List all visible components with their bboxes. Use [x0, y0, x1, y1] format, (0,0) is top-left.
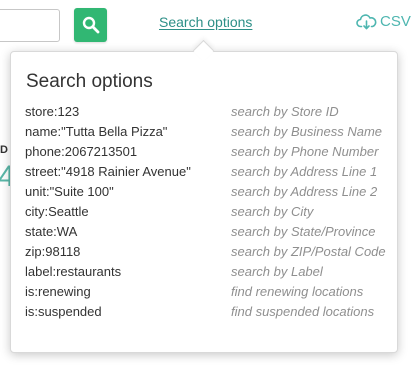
csv-label: CSV — [380, 13, 411, 30]
csv-download-link[interactable]: CSV — [356, 13, 411, 30]
cloud-download-icon — [356, 14, 377, 30]
search-option-description: search by Phone Number — [231, 144, 379, 159]
search-option-row: is:renewing find renewing locations — [25, 282, 385, 302]
search-option-syntax: city:Seattle — [25, 204, 89, 219]
search-option-description: search by Label — [231, 264, 323, 279]
search-option-row: street:"4918 Rainier Avenue" search by Ad… — [25, 162, 385, 182]
search-option-syntax: street:"4918 Rainier Avenue" — [25, 164, 191, 179]
search-option-row: store:123 search by Store ID — [25, 102, 385, 122]
search-option-description: search by Business Name — [231, 124, 383, 139]
search-option-description: find renewing locations — [231, 284, 364, 299]
search-options-list: store:123 search by Store ID name:"Tutta B… — [25, 102, 386, 322]
search-option-description: search by City — [231, 204, 314, 219]
search-option-row: unit:"Suite 100" search by Address Line 2 — [25, 182, 385, 202]
search-option-description: search by State/Province — [231, 224, 376, 239]
search-option-row: name:"Tutta Bella Pizza" search by Busine… — [25, 122, 385, 142]
search-option-syntax: is:suspended — [25, 304, 102, 319]
search-options-link[interactable]: Search options — [159, 14, 252, 30]
search-option-syntax: store:123 — [25, 104, 80, 119]
search-option-syntax: state:WA — [25, 224, 78, 239]
search-option-syntax: is:renewing — [25, 284, 91, 299]
popover-title: Search options — [26, 71, 153, 92]
search-input[interactable] — [0, 9, 60, 42]
search-icon — [82, 16, 99, 34]
background-label-fragment: D — [0, 144, 8, 156]
search-option-description: search by Store ID — [231, 104, 339, 119]
search-option-row: state:WA search by State/Province — [25, 222, 385, 242]
search-option-syntax: unit:"Suite 100" — [25, 184, 114, 199]
search-option-syntax: phone:2067213501 — [25, 144, 138, 159]
search-option-syntax: label:restaurants — [25, 264, 122, 279]
search-option-syntax: zip:98118 — [25, 244, 81, 259]
search-option-syntax: name:"Tutta Bella Pizza" — [25, 124, 168, 139]
search-option-description: find suspended locations — [231, 304, 375, 319]
search-button[interactable] — [74, 8, 107, 42]
search-option-description: search by Address Line 1 — [231, 164, 378, 179]
search-option-row: zip:98118 search by ZIP/Postal Code — [25, 242, 386, 262]
search-options-popover: Search options store:123 search by Store … — [10, 51, 398, 353]
search-option-description: search by Address Line 2 — [231, 184, 378, 199]
search-option-row: label:restaurants search by Label — [25, 262, 385, 282]
search-option-description: search by ZIP/Postal Code — [231, 244, 386, 259]
search-option-row: phone:2067213501 search by Phone Number — [25, 142, 385, 162]
search-option-row: city:Seattle search by City — [25, 202, 385, 222]
search-option-row: is:suspended find suspended locations — [25, 302, 385, 322]
